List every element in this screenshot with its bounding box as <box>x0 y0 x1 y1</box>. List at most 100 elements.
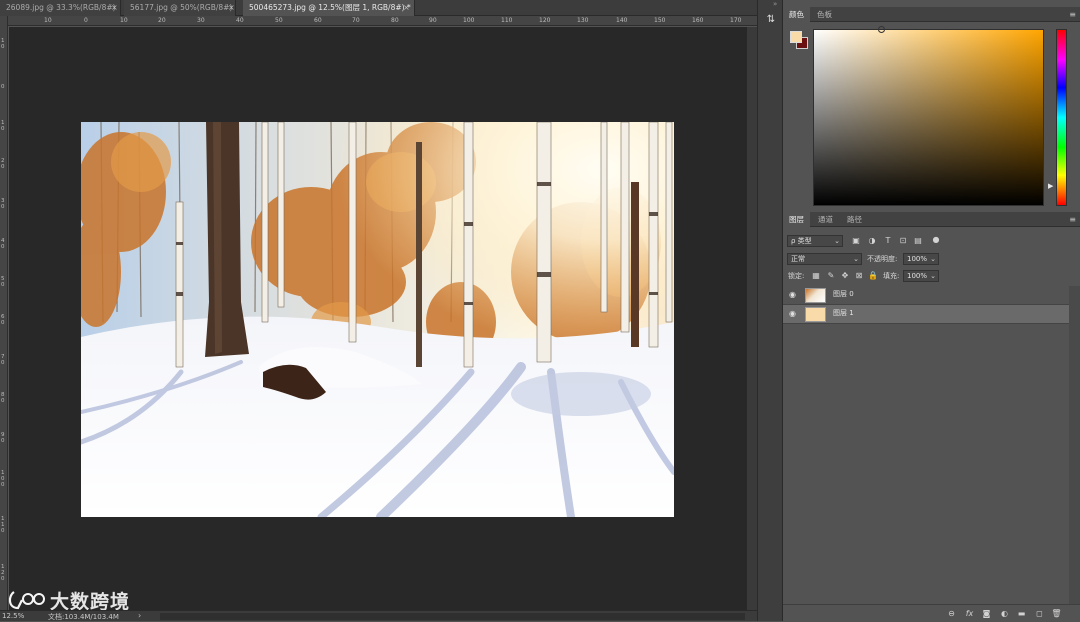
tab-channels[interactable]: 通道 <box>812 212 839 227</box>
new-layer-icon[interactable]: ◻ <box>1034 608 1045 619</box>
ruler-label: 90 <box>429 17 437 24</box>
hue-pointer-icon[interactable]: ▶ <box>1048 182 1053 190</box>
tab-26089[interactable]: 26089.jpg @ 33.3%(RGB/8#) × <box>0 0 121 16</box>
fill-value: 100% <box>907 272 928 280</box>
layer-filter-dropdown[interactable]: ρ 类型 ⌄ <box>787 235 843 247</box>
ruler-label: 7 0 <box>1 354 5 366</box>
right-panel-dock: 颜色 色板 ≡ ▶ 图层 通道 路径 ≡ ρ 类型 ⌄ ▣ ◑ T ⊡ ▤ ● … <box>783 0 1080 621</box>
vertical-scrollbar[interactable] <box>747 27 757 610</box>
ruler-label: 1 0 0 <box>1 470 5 488</box>
panel-grip-icon[interactable]: » <box>773 0 777 8</box>
opacity-input[interactable]: 100% ⌄ <box>903 253 939 265</box>
ruler-label: 80 <box>391 17 399 24</box>
pixel-filter-icon[interactable]: ▣ <box>851 235 861 247</box>
ruler-label: 150 <box>654 17 666 24</box>
folder-icon[interactable]: ▬ <box>1016 608 1027 619</box>
vertical-ruler[interactable]: 1 0 0 1 0 2 0 3 0 4 0 5 0 6 0 7 0 8 0 9 … <box>0 16 8 610</box>
panel-menu-icon[interactable]: ≡ <box>1069 10 1076 19</box>
filter-toggle-icon[interactable]: ● <box>931 234 941 246</box>
chevron-down-icon: ⌄ <box>853 255 859 263</box>
visibility-eye-icon[interactable]: ◉ <box>789 309 796 318</box>
ruler-label: 8 0 <box>1 392 5 404</box>
fill-label: 填充: <box>883 272 900 280</box>
ruler-label: 3 0 <box>1 198 5 210</box>
ruler-label: 1 0 <box>1 120 5 132</box>
chevron-down-icon: ⌄ <box>930 272 936 280</box>
ruler-label: 40 <box>236 17 244 24</box>
link-icon[interactable]: ⊖ <box>946 608 957 619</box>
ruler-label: 5 0 <box>1 276 5 288</box>
fill-input[interactable]: 100% ⌄ <box>903 270 939 282</box>
zoom-level[interactable]: 12.5% <box>2 612 24 620</box>
lock-all-icon[interactable]: 🔒 <box>868 270 878 282</box>
tab-label: 56177.jpg @ 50%(RGB/8#) <box>130 3 233 12</box>
adjustment-filter-icon[interactable]: ◑ <box>867 235 877 247</box>
layer-thumbnail <box>805 288 826 303</box>
ruler-label: 30 <box>197 17 205 24</box>
type-filter-icon[interactable]: T <box>883 235 893 247</box>
status-menu-arrow[interactable]: › <box>138 611 141 620</box>
visibility-eye-icon[interactable]: ◉ <box>789 290 796 299</box>
color-picker-marker[interactable] <box>878 26 885 33</box>
ruler-label: 60 <box>314 17 322 24</box>
foreground-color-swatch[interactable] <box>790 31 802 43</box>
blend-row: 正常 ⌄ 不透明度: 100% ⌄ <box>783 252 1080 266</box>
layer-name[interactable]: 图层 1 <box>833 308 854 318</box>
history-panel-icon[interactable]: ⇅ <box>764 13 778 27</box>
close-icon[interactable]: × <box>111 0 118 16</box>
close-icon[interactable]: × <box>403 0 410 16</box>
tab-56177[interactable]: 56177.jpg @ 50%(RGB/8#) × <box>124 0 236 16</box>
ruler-label: 140 <box>616 17 628 24</box>
collapsed-panel-strip: » ⇅ <box>757 0 783 621</box>
ruler-label: 70 <box>352 17 360 24</box>
tab-label: 26089.jpg @ 33.3%(RGB/8#) <box>6 3 116 12</box>
lock-row: 锁定: ▦ ✎ ✥ ⊠ 🔒 填充: 100% ⌄ <box>783 269 1080 283</box>
lock-pixels-icon[interactable]: ✎ <box>826 270 836 282</box>
shape-filter-icon[interactable]: ⊡ <box>898 235 908 247</box>
close-icon[interactable]: × <box>228 0 235 16</box>
lock-position-icon[interactable]: ✥ <box>840 270 850 282</box>
hue-slider[interactable] <box>1056 29 1067 206</box>
ruler-label: 2 0 <box>1 158 5 170</box>
tab-layers[interactable]: 图层 <box>783 212 810 227</box>
ruler-label: 120 <box>539 17 551 24</box>
ruler-label: 110 <box>501 17 513 24</box>
blend-mode-dropdown[interactable]: 正常 ⌄ <box>787 253 862 265</box>
tab-color[interactable]: 颜色 <box>783 7 810 22</box>
ruler-label: 1 0 <box>1 38 5 50</box>
lock-artboard-icon[interactable]: ⊠ <box>854 270 864 282</box>
lock-transparent-icon[interactable]: ▦ <box>811 270 821 282</box>
adjustment-icon[interactable]: ◐ <box>999 608 1010 619</box>
fx-icon[interactable]: fx <box>964 608 975 619</box>
canvas-image[interactable] <box>81 122 674 517</box>
ruler-label: 20 <box>158 17 166 24</box>
color-picker-field[interactable] <box>813 29 1044 206</box>
layer-filter-row: ρ 类型 ⌄ ▣ ◑ T ⊡ ▤ ● <box>783 234 1080 248</box>
mask-icon[interactable]: ◙ <box>981 608 992 619</box>
ruler-label: 100 <box>463 17 475 24</box>
chevron-down-icon: ⌄ <box>930 255 936 263</box>
layers-footer-toolbar: ⊖ fx ◙ ◐ ▬ ◻ 🗑 <box>783 604 1080 621</box>
layer-row-1[interactable]: ◉ 图层 1 <box>783 305 1069 324</box>
ruler-label: 4 0 <box>1 238 5 250</box>
tab-swatches[interactable]: 色板 <box>811 7 838 22</box>
ruler-label: 170 <box>730 17 742 24</box>
opacity-label: 不透明度: <box>867 255 898 263</box>
layers-scrollbar[interactable] <box>1069 286 1080 604</box>
tab-label: 500465273.jpg @ 12.5%(图层 1, RGB/8#) * <box>249 3 411 12</box>
smart-object-filter-icon[interactable]: ▤ <box>913 235 923 247</box>
lock-label: 锁定: <box>788 272 805 280</box>
layer-row-0[interactable]: ◉ 图层 0 <box>783 286 1069 305</box>
ruler-label: 160 <box>692 17 704 24</box>
trash-icon[interactable]: 🗑 <box>1051 608 1062 619</box>
tab-500465273[interactable]: 500465273.jpg @ 12.5%(图层 1, RGB/8#) * × <box>243 0 415 16</box>
horizontal-scrollbar[interactable] <box>160 613 745 620</box>
layer-name[interactable]: 图层 0 <box>833 289 854 299</box>
horizontal-ruler[interactable]: 10 0 10 20 30 40 50 60 70 80 90 100 110 … <box>8 16 757 26</box>
ruler-label: 0 <box>84 17 88 24</box>
panel-menu-icon[interactable]: ≡ <box>1069 215 1076 224</box>
ruler-label: 10 <box>120 17 128 24</box>
tab-paths[interactable]: 路径 <box>841 212 868 227</box>
filter-label: ρ 类型 <box>791 237 812 245</box>
logo-icon <box>8 591 45 610</box>
